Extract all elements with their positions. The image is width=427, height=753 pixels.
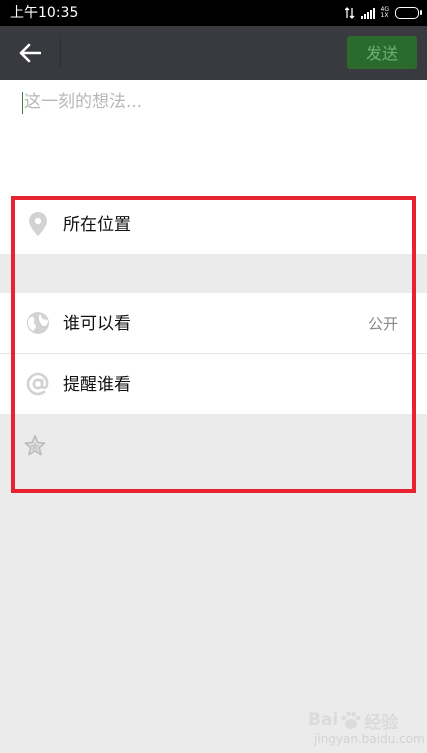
signal-strength-icon [360, 7, 375, 19]
baidu-watermark: Bai 经验 jingyan.baidu.com [308, 705, 425, 746]
compose-input[interactable]: 这一刻的想法... [0, 80, 427, 198]
location-label: 所在位置 [63, 215, 131, 235]
mention-label: 提醒谁看 [63, 375, 131, 395]
watermark-suffix: 经验 [364, 712, 399, 733]
paw-icon [341, 711, 361, 729]
visibility-label: 谁可以看 [63, 314, 131, 334]
visibility-row[interactable]: 谁可以看 公开 [0, 293, 427, 353]
watermark-url: jingyan.baidu.com [314, 732, 425, 746]
status-icons: 4G 1X [344, 6, 422, 20]
back-arrow-icon [19, 43, 41, 63]
status-bar: 上午10:35 4G 1X [0, 0, 427, 26]
network-type-bottom: 1X [380, 12, 389, 19]
nav-divider [60, 38, 61, 68]
send-button[interactable]: 发送 [347, 36, 417, 69]
battery-icon [395, 7, 422, 19]
star-icon[interactable] [23, 434, 47, 458]
nav-bar: 发送 [0, 26, 427, 80]
network-type: 4G 1X [381, 7, 389, 19]
visibility-value: 公开 [367, 315, 398, 333]
data-transfer-icon [344, 7, 354, 19]
status-time: 上午10:35 [10, 5, 79, 21]
location-pin-icon [25, 211, 51, 237]
at-sign-icon [25, 371, 51, 397]
compose-placeholder: 这一刻的想法... [24, 92, 143, 112]
globe-icon [25, 310, 51, 336]
location-row[interactable]: 所在位置 [0, 198, 427, 254]
text-cursor [22, 92, 23, 114]
mention-row[interactable]: 提醒谁看 [0, 354, 427, 414]
watermark-brand: Bai [308, 710, 339, 730]
back-button[interactable] [14, 39, 46, 67]
